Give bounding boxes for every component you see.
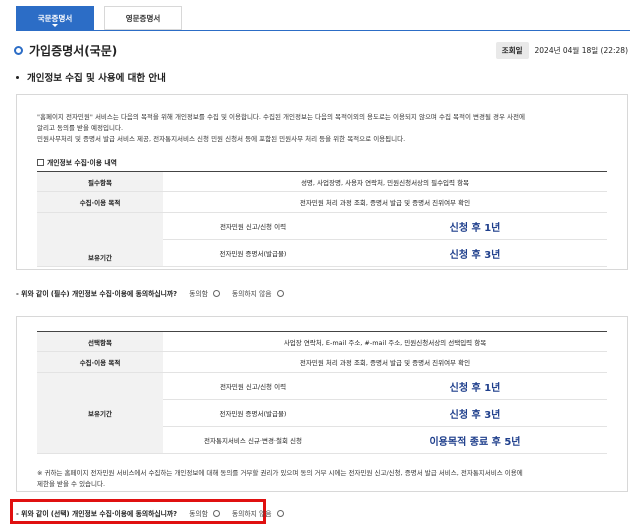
- retention-item: 전자민원 증명서(발급물): [163, 399, 343, 427]
- intro-line: "홈페이지 전자민원" 서비스는 다음의 목적을 위해 개인정보를 수집 및 이…: [37, 113, 525, 121]
- purpose-label: 수집·이용 목적: [37, 351, 163, 373]
- circle-bullet-icon: [14, 45, 23, 55]
- retention-period: 신청 후 1년: [343, 372, 607, 400]
- required-disagree-label: 동의하지 않음: [231, 290, 272, 298]
- bullet-dot-icon: [16, 75, 19, 79]
- section-heading-text: 개인정보 수집 및 사용에 대한 안내: [27, 73, 166, 84]
- optional-disagree-label: 동의하지 않음: [231, 510, 272, 518]
- optional-disagree-radio[interactable]: [276, 509, 284, 517]
- required-agree-row: - 위와 같이 (필수) 개인정보 수집·이용에 동의하십니까? 동의함 동의하…: [16, 288, 284, 298]
- optional-consent-box[interactable]: 선택항목 사업장 연락처, E-mail 주소, #-mail 주소, 민원신청…: [16, 316, 628, 492]
- inquiry-date-label: 조회일: [495, 41, 529, 59]
- optional-disagree-option[interactable]: 동의하지 않음: [232, 508, 284, 518]
- footnote-line: 제한을 받을 수 있습니다.: [37, 480, 106, 488]
- optional-agree-radio[interactable]: [212, 509, 220, 517]
- items-label: 필수항목: [37, 171, 163, 192]
- required-info-table: 필수항목 성명, 사업장명, 사용자 연락처, 민원신청서상의 필수입력 항목 …: [37, 171, 607, 267]
- tab-korean-certificate[interactable]: 국문증명서: [16, 6, 94, 30]
- purpose-value: 전자민원 처리 과정 조회, 증명서 발급 및 증명서 진위여부 확인: [163, 351, 607, 373]
- required-agree-radio[interactable]: [212, 289, 220, 297]
- retention-period: 신청 후 3년: [343, 399, 607, 427]
- required-agree-question: - 위와 같이 (필수) 개인정보 수집·이용에 동의하십니까?: [16, 290, 178, 298]
- square-bullet-icon: [37, 158, 44, 166]
- section-heading: 개인정보 수집 및 사용에 대한 안내: [16, 70, 166, 84]
- retention-item: 전자민원 신고/신청 이력: [163, 212, 343, 240]
- title-row: 가입증명서(국문) 조회일 2024년 04월 18일 (22:28): [14, 41, 629, 59]
- footnote-line: ※ 귀하는 홈페이지 전자민원 서비스에서 수집하는 개인정보에 대해 동의를 …: [37, 469, 523, 477]
- optional-agree-label: 동의함: [189, 510, 208, 518]
- tab-english-certificate[interactable]: 영문증명서: [104, 6, 182, 30]
- optional-agree-row: - 위와 같이 (선택) 개인정보 수집·이용에 동의하십니까? 동의함 동의하…: [16, 508, 284, 518]
- tab-divider: [16, 30, 630, 31]
- table-row: 수집·이용 목적 전자민원 처리 과정 조회, 증명서 발급 및 증명서 진위여…: [37, 191, 607, 213]
- purpose-label: 수집·이용 목적: [37, 191, 163, 213]
- retention-item: 전자통지서비스 신규·변경·철회 신청: [163, 426, 343, 454]
- purpose-value: 전자민원 처리 과정 조회, 증명서 발급 및 증명서 진위여부 확인: [163, 191, 607, 213]
- table-row: 선택항목 사업장 연락처, E-mail 주소, #-mail 주소, 민원신청…: [37, 331, 607, 352]
- certificate-tabs: 국문증명서 영문증명서: [16, 6, 182, 30]
- items-value: 사업장 연락처, E-mail 주소, #-mail 주소, 민원신청서상의 선…: [163, 331, 607, 352]
- inquiry-date-value: 2024년 04월 18일 (22:28): [534, 45, 629, 55]
- table-row: 수집·이용 목적 전자민원 처리 과정 조회, 증명서 발급 및 증명서 진위여…: [37, 351, 607, 373]
- required-agree-label: 동의함: [189, 290, 208, 298]
- required-disagree-option[interactable]: 동의하지 않음: [232, 288, 284, 298]
- required-consent-box[interactable]: "홈페이지 전자민원" 서비스는 다음의 목적을 위해 개인정보를 수집 및 이…: [16, 94, 628, 270]
- required-disagree-radio[interactable]: [276, 289, 284, 297]
- retention-item: 전자민원 신고/신청 이력: [163, 372, 343, 400]
- retention-period: 신청 후 1년: [343, 212, 607, 240]
- optional-agree-option[interactable]: 동의함: [189, 508, 220, 518]
- intro-text: "홈페이지 전자민원" 서비스는 다음의 목적을 위해 개인정보를 수집 및 이…: [37, 112, 607, 145]
- retention-item: 전자민원 증명서(발급물): [163, 239, 343, 267]
- optional-info-table: 선택항목 사업장 연락처, E-mail 주소, #-mail 주소, 민원신청…: [37, 331, 607, 454]
- intro-line: 알리고 동의를 받을 예정입니다.: [37, 124, 124, 132]
- page-title: 가입증명서(국문): [29, 43, 118, 58]
- table-row: 보유기간 전자민원 신고/신청 이력 신청 후 1년: [37, 372, 607, 454]
- retention-period: 이용목적 종료 후 5년: [343, 426, 607, 454]
- collection-details-heading-text: 개인정보 수집·이용 내역: [47, 159, 117, 167]
- retention-label: 보유기간: [37, 372, 163, 454]
- table-row: 보유기간 전자민원 신고/신청 이력 신청 후 1년: [37, 212, 607, 267]
- optional-agree-question: - 위와 같이 (선택) 개인정보 수집·이용에 동의하십니까?: [16, 510, 178, 518]
- footnote-text: ※ 귀하는 홈페이지 전자민원 서비스에서 수집하는 개인정보에 대해 동의를 …: [37, 468, 607, 490]
- required-agree-option[interactable]: 동의함: [189, 288, 220, 298]
- retention-label: 보유기간: [37, 212, 163, 267]
- inquiry-date: 조회일 2024년 04월 18일 (22:28): [495, 41, 629, 59]
- collection-details-heading: 개인정보 수집·이용 내역: [37, 157, 607, 167]
- items-value: 성명, 사업장명, 사용자 연락처, 민원신청서상의 필수입력 항목: [163, 171, 607, 192]
- intro-line: 민원사무처리 및 증명서 발급 서비스 제공, 전자통지서비스 신청 민원 신청…: [37, 135, 406, 143]
- items-label: 선택항목: [37, 331, 163, 352]
- table-row: 필수항목 성명, 사업장명, 사용자 연락처, 민원신청서상의 필수입력 항목: [37, 171, 607, 192]
- retention-period: 신청 후 3년: [343, 239, 607, 267]
